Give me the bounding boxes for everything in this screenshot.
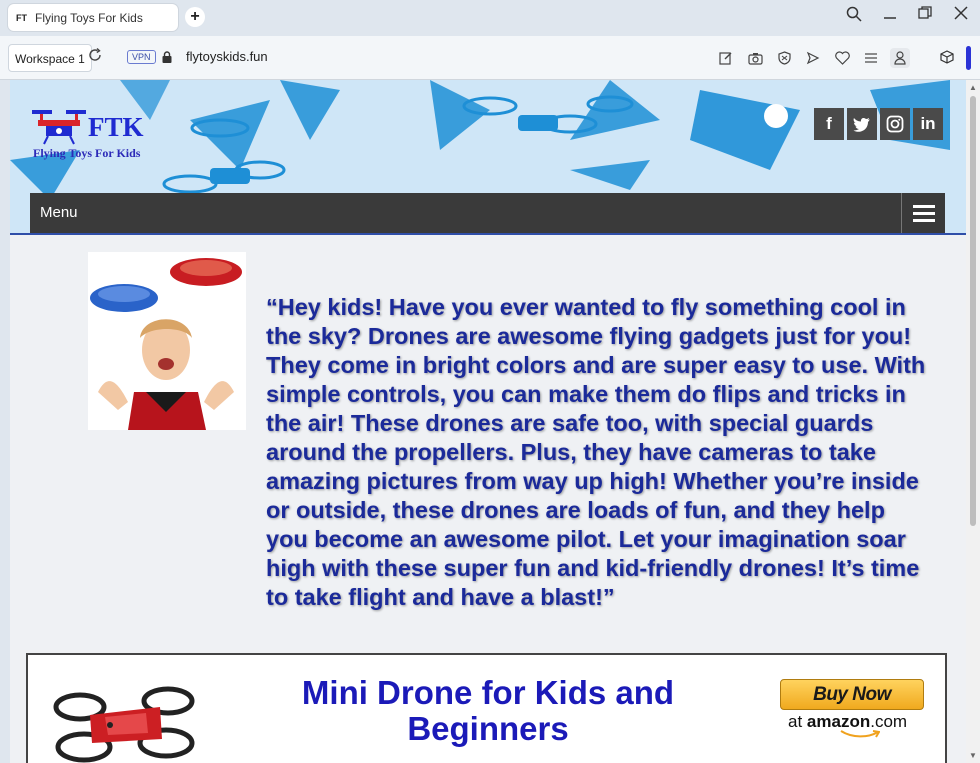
new-tab-button[interactable]: + bbox=[185, 7, 205, 27]
product-title[interactable]: Mini Drone for Kids and Beginners bbox=[248, 675, 728, 747]
sidebar-indicator[interactable] bbox=[966, 46, 971, 70]
profile-icon[interactable] bbox=[890, 48, 910, 68]
scrollbar-thumb[interactable] bbox=[970, 96, 976, 526]
search-icon[interactable] bbox=[846, 6, 862, 27]
send-icon[interactable] bbox=[803, 48, 823, 68]
menu-label[interactable]: Menu bbox=[40, 204, 78, 221]
browser-titlebar: FT Flying Toys For Kids + bbox=[0, 0, 980, 36]
scroll-up-icon[interactable]: ▲ bbox=[969, 83, 977, 92]
restore-icon[interactable] bbox=[918, 6, 932, 25]
logo-text: FTK bbox=[88, 112, 144, 142]
active-tab[interactable]: FT Flying Toys For Kids bbox=[8, 4, 178, 31]
site-logo[interactable]: FTK Flying Toys For Kids bbox=[30, 106, 144, 160]
menu-list-icon[interactable] bbox=[861, 48, 881, 68]
amazon-name: amazon bbox=[806, 712, 871, 731]
address-bar[interactable]: flytoyskids.fun bbox=[186, 49, 268, 64]
reload-icon[interactable] bbox=[88, 47, 102, 66]
twitter-icon[interactable] bbox=[847, 108, 877, 140]
mini-drone-image[interactable] bbox=[50, 677, 198, 763]
scroll-down-icon[interactable]: ▼ bbox=[969, 751, 977, 760]
browser-toolbar: Workspace 1 VPN flytoyskids.fun bbox=[0, 36, 980, 80]
facebook-icon[interactable]: f bbox=[814, 108, 844, 140]
camera-icon[interactable] bbox=[745, 48, 765, 68]
hamburger-menu-icon[interactable] bbox=[901, 193, 945, 233]
extensions-icon[interactable] bbox=[936, 46, 958, 68]
buy-now-label: Buy Now bbox=[780, 679, 924, 710]
shield-icon[interactable] bbox=[774, 48, 794, 68]
main-navigation: Menu bbox=[30, 193, 945, 233]
vpn-badge[interactable]: VPN bbox=[127, 50, 156, 64]
tab-favicon: FT bbox=[16, 12, 27, 23]
instagram-icon[interactable] bbox=[880, 108, 910, 140]
workspace-button[interactable]: Workspace 1 bbox=[8, 44, 92, 72]
page-scrollbar[interactable]: ▲ ▼ bbox=[966, 80, 980, 763]
intro-paragraph: “Hey kids! Have you ever wanted to fly s… bbox=[266, 294, 926, 610]
tab-title: Flying Toys For Kids bbox=[35, 10, 143, 25]
header-divider bbox=[10, 233, 966, 235]
buy-now-amazon-button[interactable]: Buy Now at amazon.com bbox=[780, 679, 924, 739]
lock-icon[interactable] bbox=[162, 50, 172, 63]
amazon-at: at bbox=[788, 712, 803, 731]
minimize-icon[interactable] bbox=[883, 4, 897, 25]
amazon-suffix: .com bbox=[870, 712, 908, 731]
product-card: Mini Drone for Kids and Beginners Buy No… bbox=[26, 653, 947, 763]
social-links: f in bbox=[814, 108, 943, 140]
drone-logo-icon bbox=[32, 110, 86, 145]
edit-icon[interactable] bbox=[716, 48, 736, 68]
amazon-label: at amazon.com bbox=[780, 712, 924, 732]
linkedin-icon[interactable]: in bbox=[913, 108, 943, 140]
logo-subtitle: Flying Toys For Kids bbox=[33, 146, 141, 160]
close-icon[interactable] bbox=[954, 6, 968, 25]
heart-icon[interactable] bbox=[832, 48, 852, 68]
site-header: FTK Flying Toys For Kids f in Menu bbox=[10, 80, 966, 235]
kid-with-drones-image bbox=[88, 252, 246, 430]
page-viewport: FTK Flying Toys For Kids f in Menu “Hey … bbox=[10, 80, 966, 763]
